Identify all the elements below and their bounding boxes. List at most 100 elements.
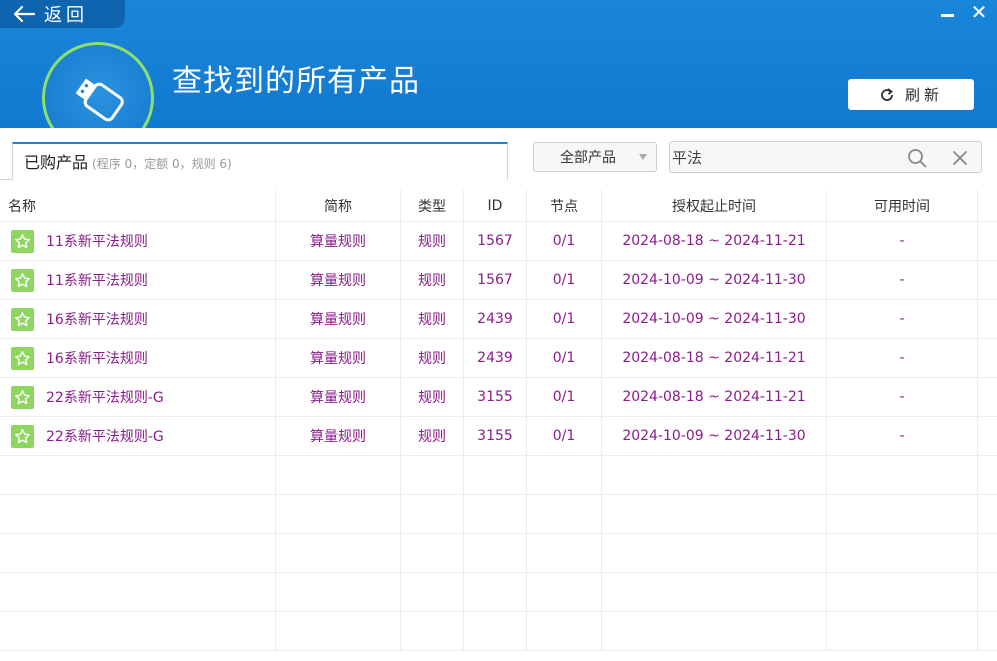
star-icon[interactable] xyxy=(11,385,34,409)
close-button[interactable]: ✕ xyxy=(967,0,991,24)
star-icon[interactable] xyxy=(11,307,34,331)
table-row[interactable]: 16系新平法规则 算量规则 规则 2439 0/1 2024-10-09 ~ 2024-1… xyxy=(0,300,997,339)
product-node-cell xyxy=(527,573,602,611)
refresh-button[interactable]: 刷新 xyxy=(848,79,974,110)
arrow-left-icon xyxy=(13,5,36,23)
empty-row xyxy=(0,456,997,495)
tab-counts: (程序 0，定额 0，规则 6) xyxy=(92,157,232,171)
product-id: 2439 xyxy=(477,350,513,366)
empty-row xyxy=(0,612,997,651)
product-id: 3155 xyxy=(477,389,513,405)
tab-label: 已购产品 xyxy=(24,153,89,172)
spacer-cell xyxy=(978,261,997,299)
star-icon[interactable] xyxy=(11,346,34,370)
product-type: 规则 xyxy=(418,312,446,328)
product-id-cell xyxy=(464,534,527,572)
column-header-id[interactable]: ID xyxy=(464,190,527,222)
product-short-name: 算量规则 xyxy=(310,234,366,250)
product-id-cell: 3155 xyxy=(464,378,527,416)
header-bar: 返回 ✕ 查找到的所有产品 刷新 xyxy=(0,0,997,128)
auth-period-cell xyxy=(602,534,827,572)
available-time: - xyxy=(899,350,905,366)
product-type: 规则 xyxy=(418,429,446,445)
auth-period: 2024-10-09 ~ 2024-11-30 xyxy=(622,272,806,288)
column-header-short[interactable]: 简称 xyxy=(276,190,401,222)
product-node-cell xyxy=(527,534,602,572)
product-id-cell xyxy=(464,495,527,533)
product-node-cell xyxy=(527,456,602,494)
product-id: 1567 xyxy=(477,272,513,288)
table-row[interactable]: 22系新平法规则-G 算量规则 规则 3155 0/1 2024-08-18 ~ 2024… xyxy=(0,378,997,417)
star-icon[interactable] xyxy=(11,229,34,253)
table-row[interactable]: 11系新平法规则 算量规则 规则 1567 0/1 2024-08-18 ~ 2024-1… xyxy=(0,222,997,261)
product-id-cell xyxy=(464,456,527,494)
product-node: 0/1 xyxy=(552,311,576,327)
column-header-type[interactable]: 类型 xyxy=(401,190,464,222)
table-row[interactable]: 22系新平法规则-G 算量规则 规则 3155 0/1 2024-10-09 ~ 2024… xyxy=(0,417,997,456)
product-short-name-cell: 算量规则 xyxy=(276,339,401,377)
column-header-period[interactable]: 授权起止时间 xyxy=(602,190,827,222)
star-icon[interactable] xyxy=(11,424,34,448)
product-id-cell xyxy=(464,573,527,611)
minimize-button[interactable] xyxy=(935,0,959,24)
product-type-cell: 规则 xyxy=(401,417,464,455)
available-time-cell xyxy=(827,495,978,533)
product-id-cell: 3155 xyxy=(464,417,527,455)
product-type-cell: 规则 xyxy=(401,261,464,299)
auth-period-cell xyxy=(602,612,827,650)
product-node: 0/1 xyxy=(552,389,576,405)
column-header-node[interactable]: 节点 xyxy=(527,190,602,222)
product-node: 0/1 xyxy=(552,350,576,366)
product-short-name-cell xyxy=(276,456,401,494)
available-time-cell: - xyxy=(827,300,978,338)
product-node-cell xyxy=(527,612,602,650)
product-type-cell: 规则 xyxy=(401,300,464,338)
table-row[interactable]: 11系新平法规则 算量规则 规则 1567 0/1 2024-10-09 ~ 2024-1… xyxy=(0,261,997,300)
available-time-cell xyxy=(827,612,978,650)
table-header: 名称 简称 类型 ID 节点 授权起止时间 可用时间 xyxy=(0,190,997,222)
auth-period-cell xyxy=(602,456,827,494)
spacer-cell xyxy=(978,534,997,572)
product-name-cell: 11系新平法规则 xyxy=(0,261,276,299)
product-type-cell xyxy=(401,495,464,533)
spacer-cell xyxy=(978,456,997,494)
column-header-name[interactable]: 名称 xyxy=(0,190,276,222)
back-button[interactable]: 返回 xyxy=(0,0,125,28)
spacer-cell xyxy=(978,417,997,455)
product-name: 16系新平法规则 xyxy=(46,351,148,367)
auth-period-cell: 2024-10-09 ~ 2024-11-30 xyxy=(602,261,827,299)
product-node: 0/1 xyxy=(552,272,576,288)
product-short-name-cell xyxy=(276,534,401,572)
auth-period-cell: 2024-10-09 ~ 2024-11-30 xyxy=(602,417,827,455)
product-short-name-cell: 算量规则 xyxy=(276,378,401,416)
available-time: - xyxy=(899,272,905,288)
tab-purchased-products[interactable]: 已购产品 (程序 0，定额 0，规则 6) xyxy=(12,142,508,180)
column-header-available[interactable]: 可用时间 xyxy=(827,190,978,222)
auth-period-cell: 2024-10-09 ~ 2024-11-30 xyxy=(602,300,827,338)
product-short-name: 算量规则 xyxy=(310,312,366,328)
search-icon[interactable] xyxy=(907,148,927,168)
usb-logo xyxy=(42,42,154,128)
star-icon[interactable] xyxy=(11,268,34,292)
product-filter-select[interactable]: 全部产品 xyxy=(533,142,657,172)
product-id-cell: 2439 xyxy=(464,339,527,377)
available-time-cell: - xyxy=(827,222,978,260)
product-name: 11系新平法规则 xyxy=(46,273,148,289)
auth-period-cell: 2024-08-18 ~ 2024-11-21 xyxy=(602,339,827,377)
close-icon: ✕ xyxy=(970,0,988,24)
product-node-cell xyxy=(527,495,602,533)
product-short-name: 算量规则 xyxy=(310,429,366,445)
product-type-cell xyxy=(401,456,464,494)
product-node: 0/1 xyxy=(552,233,576,249)
product-name: 11系新平法规则 xyxy=(46,234,148,250)
search-input[interactable] xyxy=(670,142,900,172)
product-node: 0/1 xyxy=(552,428,576,444)
table-row[interactable]: 16系新平法规则 算量规则 规则 2439 0/1 2024-08-18 ~ 2024-1… xyxy=(0,339,997,378)
clear-icon[interactable] xyxy=(951,149,969,167)
product-type-cell xyxy=(401,612,464,650)
product-type: 规则 xyxy=(418,273,446,289)
spacer-cell xyxy=(978,339,997,377)
product-name-cell: 11系新平法规则 xyxy=(0,222,276,260)
spacer-cell xyxy=(978,495,997,533)
available-time-cell: - xyxy=(827,261,978,299)
